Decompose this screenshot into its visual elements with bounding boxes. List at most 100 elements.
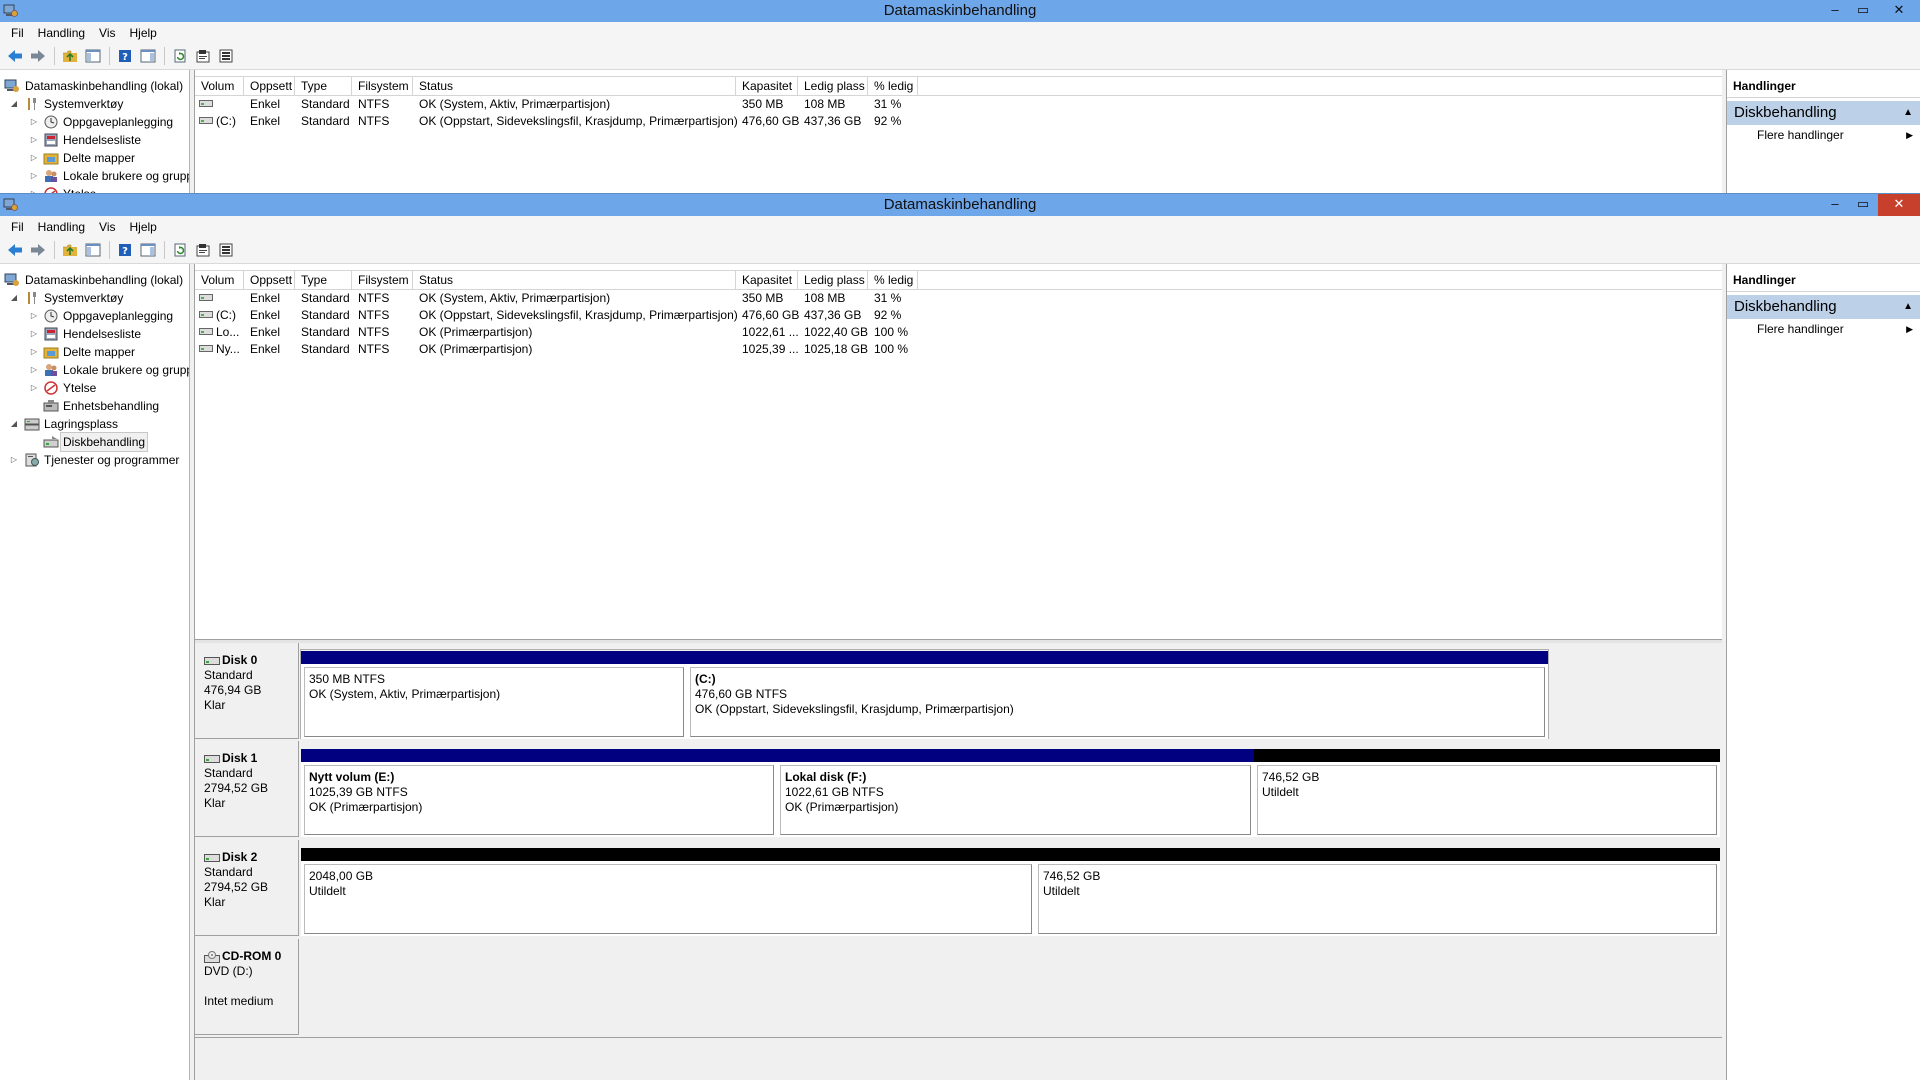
tree-item-shared-folders[interactable]: ▷ Delte mapper: [0, 149, 189, 167]
maximize-button[interactable]: ▭: [1850, 194, 1876, 216]
minimize-button[interactable]: –: [1822, 0, 1848, 22]
tree-root[interactable]: Datamaskinbehandling (lokal): [0, 271, 189, 289]
tree-item-services-applications[interactable]: ▷ Tjenester og programmer: [0, 451, 189, 469]
column-header-layout[interactable]: Oppsett: [244, 271, 295, 289]
up-folder-icon[interactable]: [59, 240, 81, 260]
column-header-layout[interactable]: Oppsett: [244, 77, 295, 95]
export-list-icon[interactable]: [215, 240, 237, 260]
column-header-percent-free[interactable]: % ledig: [868, 271, 918, 289]
column-header-type[interactable]: Type: [295, 271, 352, 289]
tree-item-storage[interactable]: ◢ Lagringsplass: [0, 415, 189, 433]
menu-help[interactable]: Hjelp: [123, 26, 164, 40]
column-header-capacity[interactable]: Kapasitet: [736, 77, 798, 95]
menu-view[interactable]: Vis: [92, 26, 122, 40]
disk-label[interactable]: Disk 0 Standard 476,94 GB Klar: [195, 643, 299, 739]
column-header-type[interactable]: Type: [295, 77, 352, 95]
properties-icon[interactable]: [192, 46, 214, 66]
collapsed-arrow-icon[interactable]: ▷: [29, 149, 39, 167]
column-header-capacity[interactable]: Kapasitet: [736, 271, 798, 289]
properties-icon[interactable]: [192, 240, 214, 260]
tree-item-system-tools[interactable]: ◢ Systemverktøy: [0, 289, 189, 307]
column-header-status[interactable]: Status: [413, 271, 736, 289]
collapsed-arrow-icon[interactable]: ▷: [29, 185, 39, 194]
show-hide-action-icon[interactable]: [137, 240, 159, 260]
tree-item-performance[interactable]: ▷ Ytelse: [0, 185, 189, 194]
show-hide-tree-icon[interactable]: [82, 46, 104, 66]
table-row[interactable]: (C:) Enkel Standard NTFS OK (Oppstart, S…: [195, 113, 1722, 130]
close-button[interactable]: ✕: [1878, 194, 1920, 216]
tree-item-event-viewer[interactable]: ▷ Hendelsesliste: [0, 325, 189, 343]
collapsed-arrow-icon[interactable]: ▷: [29, 307, 39, 325]
tree-item-local-users[interactable]: ▷ Lokale brukere og grupper: [0, 361, 189, 379]
column-header-volume[interactable]: Volum: [195, 271, 244, 289]
table-row[interactable]: Enkel Standard NTFS OK (System, Aktiv, P…: [195, 96, 1722, 113]
menu-view[interactable]: Vis: [92, 220, 122, 234]
column-header-filesystem[interactable]: Filsystem: [352, 271, 413, 289]
table-row[interactable]: Ny... Enkel Standard NTFS OK (Primærpart…: [195, 341, 1722, 358]
tree-item-device-manager[interactable]: Enhetsbehandling: [0, 397, 189, 415]
actions-group-disk-management[interactable]: Diskbehandling ▲: [1727, 295, 1920, 319]
tree-item-shared-folders[interactable]: ▷ Delte mapper: [0, 343, 189, 361]
tree-item-local-users[interactable]: ▷ Lokale brukere og grupper: [0, 167, 189, 185]
show-hide-action-icon[interactable]: [137, 46, 159, 66]
column-header-percent-free[interactable]: % ledig: [868, 77, 918, 95]
title-bar[interactable]: Datamaskinbehandling – ▭ ✕: [0, 0, 1920, 22]
help-icon[interactable]: ?: [114, 46, 136, 66]
column-header-status[interactable]: Status: [413, 77, 736, 95]
forward-arrow-icon[interactable]: [27, 240, 49, 260]
cdrom-label[interactable]: CD-ROM 0 DVD (D:) Intet medium: [195, 939, 299, 1035]
collapsed-arrow-icon[interactable]: ▷: [29, 113, 39, 131]
column-header-free-space[interactable]: Ledig plass: [798, 77, 868, 95]
menu-help[interactable]: Hjelp: [123, 220, 164, 234]
back-arrow-icon[interactable]: [4, 240, 26, 260]
maximize-button[interactable]: ▭: [1850, 0, 1876, 22]
menu-file[interactable]: Fil: [4, 26, 31, 40]
collapsed-arrow-icon[interactable]: ▷: [29, 167, 39, 185]
collapsed-arrow-icon[interactable]: ▷: [29, 325, 39, 343]
refresh-icon[interactable]: [169, 46, 191, 66]
column-header-free-space[interactable]: Ledig plass: [798, 271, 868, 289]
collapsed-arrow-icon[interactable]: ▷: [29, 131, 39, 149]
tree-item-task-scheduler[interactable]: ▷ Oppgaveplanlegging: [0, 307, 189, 325]
collapsed-arrow-icon[interactable]: ▷: [29, 361, 39, 379]
partition-unallocated[interactable]: 2048,00 GB Utildelt: [301, 848, 1035, 936]
actions-group-disk-management[interactable]: Diskbehandling ▲: [1727, 101, 1920, 125]
collapsed-arrow-icon[interactable]: ▷: [29, 379, 39, 397]
column-header-volume[interactable]: Volum: [195, 77, 244, 95]
collapse-up-icon[interactable]: ▲: [1903, 295, 1913, 319]
collapsed-arrow-icon[interactable]: ▷: [9, 451, 19, 469]
collapse-up-icon[interactable]: ▲: [1903, 101, 1913, 125]
tree-item-event-viewer[interactable]: ▷ Hendelsesliste: [0, 131, 189, 149]
disk-label[interactable]: Disk 1 Standard 2794,52 GB Klar: [195, 741, 299, 837]
table-row[interactable]: Lo... Enkel Standard NTFS OK (Primærpart…: [195, 324, 1722, 341]
expanded-arrow-icon[interactable]: ◢: [9, 415, 19, 433]
partition-unallocated[interactable]: 746,52 GB Utildelt: [1035, 848, 1720, 936]
forward-arrow-icon[interactable]: [27, 46, 49, 66]
tree-root[interactable]: Datamaskinbehandling (lokal): [0, 77, 189, 95]
partition-e[interactable]: Nytt volum (E:) 1025,39 GB NTFS OK (Prim…: [301, 749, 777, 837]
partition-system-reserved[interactable]: 350 MB NTFS OK (System, Aktiv, Primærpar…: [301, 651, 687, 739]
tree-item-system-tools[interactable]: ◢ Systemverktøy: [0, 95, 189, 113]
table-row[interactable]: (C:) Enkel Standard NTFS OK (Oppstart, S…: [195, 307, 1722, 324]
menu-action[interactable]: Handling: [31, 220, 92, 234]
back-arrow-icon[interactable]: [4, 46, 26, 66]
partition-f[interactable]: Lokal disk (F:) 1022,61 GB NTFS OK (Prim…: [777, 749, 1254, 837]
column-header-filesystem[interactable]: Filsystem: [352, 77, 413, 95]
tree-item-performance[interactable]: ▷ Ytelse: [0, 379, 189, 397]
disk-label[interactable]: Disk 2 Standard 2794,52 GB Klar: [195, 840, 299, 936]
partition-unallocated[interactable]: 746,52 GB Utildelt: [1254, 749, 1720, 837]
table-row[interactable]: Enkel Standard NTFS OK (System, Aktiv, P…: [195, 290, 1722, 307]
up-folder-icon[interactable]: [59, 46, 81, 66]
more-actions-item[interactable]: Flere handlinger ▶: [1727, 125, 1920, 145]
tree-item-task-scheduler[interactable]: ▷ Oppgaveplanlegging: [0, 113, 189, 131]
tree-item-disk-management[interactable]: Diskbehandling: [0, 432, 189, 452]
show-hide-tree-icon[interactable]: [82, 240, 104, 260]
refresh-icon[interactable]: [169, 240, 191, 260]
title-bar[interactable]: Datamaskinbehandling – ▭ ✕: [0, 194, 1920, 216]
expanded-arrow-icon[interactable]: ◢: [9, 95, 19, 113]
collapsed-arrow-icon[interactable]: ▷: [29, 343, 39, 361]
partition-c[interactable]: (C:) 476,60 GB NTFS OK (Oppstart, Sideve…: [687, 651, 1548, 739]
export-list-icon[interactable]: [215, 46, 237, 66]
menu-file[interactable]: Fil: [4, 220, 31, 234]
help-icon[interactable]: ?: [114, 240, 136, 260]
